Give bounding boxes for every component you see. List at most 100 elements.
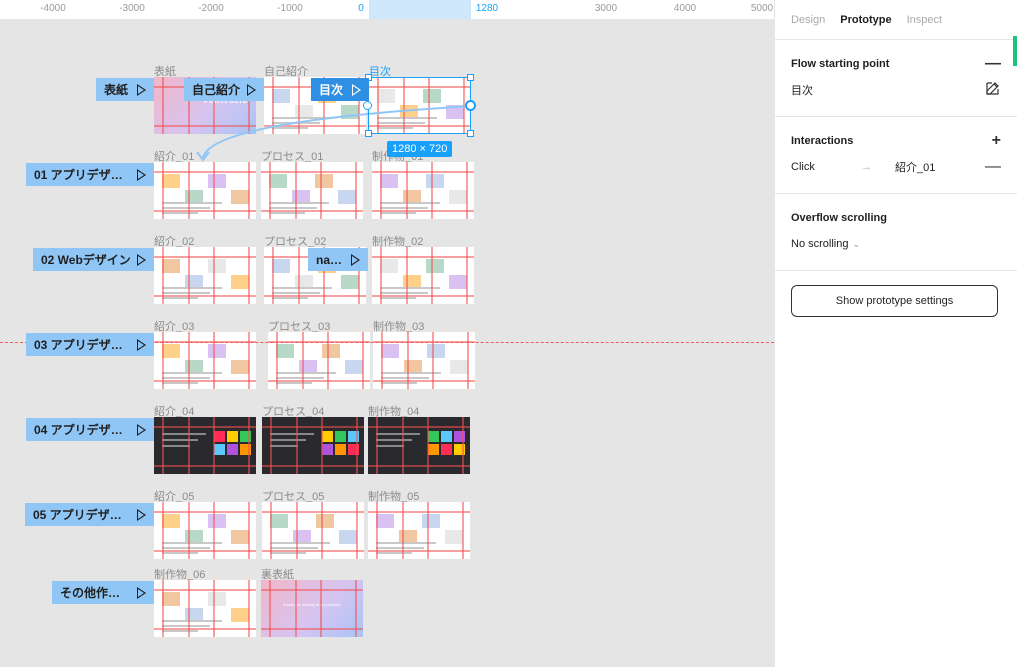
thumb-text-line	[381, 377, 429, 379]
tab-design[interactable]: Design	[791, 14, 825, 26]
frame-thumbnail[interactable]	[372, 162, 474, 219]
tab-prototype[interactable]: Prototype	[840, 14, 891, 26]
thumb-text-line	[380, 207, 428, 209]
connection-node-handle[interactable]	[465, 100, 476, 111]
flow-tag[interactable]: 04 アプリデザイ...	[26, 418, 154, 441]
thumb-content-block	[449, 190, 467, 204]
flow-tag[interactable]: 目次	[311, 78, 369, 101]
frame-thumbnail[interactable]	[261, 162, 363, 219]
overflow-select[interactable]: No scrolling ⌄	[791, 230, 1001, 258]
frame-thumbnail[interactable]	[154, 580, 256, 637]
flow-tag[interactable]: その他作品集	[52, 581, 154, 604]
flow-tag[interactable]: 自己紹介	[184, 78, 264, 101]
thumb-content-block	[380, 174, 398, 188]
resize-handle[interactable]	[467, 74, 474, 81]
layout-grid-row	[154, 550, 256, 553]
flow-tag[interactable]: 表紙	[96, 78, 154, 101]
thumb-content-block	[162, 344, 180, 358]
play-icon[interactable]	[137, 508, 146, 521]
thumb-content-block	[380, 259, 398, 273]
frame-thumbnail[interactable]	[268, 332, 370, 389]
flow-tag-label: 01 アプリデザイン	[34, 168, 131, 182]
plus-icon[interactable]: +	[992, 133, 1001, 149]
flow-tag-label: 05 アプリデザイン	[33, 508, 131, 522]
thumb-text-line	[162, 625, 210, 627]
layout-grid-row	[264, 295, 366, 298]
connection-node-handle[interactable]	[363, 101, 372, 110]
thumb-text-line	[272, 122, 320, 124]
ruler-tick: 5000	[750, 3, 774, 14]
flow-tag[interactable]: 02 Webデザイン	[33, 248, 154, 271]
play-icon[interactable]	[137, 338, 146, 351]
thumb-content-block	[227, 444, 238, 455]
frame-thumbnail[interactable]	[154, 162, 256, 219]
tab-inspect[interactable]: Inspect	[907, 14, 942, 26]
thumb-text-line	[376, 433, 420, 435]
frame-thumbnail[interactable]	[262, 502, 364, 559]
frame-thumbnail[interactable]	[368, 417, 470, 474]
overflow-value[interactable]: No scrolling	[791, 238, 848, 250]
thumb-content-block	[208, 259, 226, 273]
thumb-content-block	[231, 190, 249, 204]
layout-grid-row	[368, 550, 470, 553]
thumb-text-line	[270, 439, 306, 441]
thumb-content-block	[208, 592, 226, 606]
layout-grid-row	[154, 210, 256, 213]
thumb-content-block	[315, 174, 333, 188]
flow-tag[interactable]: 01 アプリデザイン	[26, 163, 154, 186]
frame-thumbnail[interactable]	[154, 502, 256, 559]
play-icon[interactable]	[247, 83, 256, 96]
thumb-content-block	[341, 105, 359, 119]
thumb-text-line	[272, 292, 320, 294]
flow-tag[interactable]: name	[308, 248, 368, 271]
thumb-content-block	[341, 275, 359, 289]
thumb-content-block	[335, 431, 346, 442]
play-icon[interactable]	[137, 253, 146, 266]
thumb-content-block	[427, 344, 445, 358]
thumb-text-line	[162, 445, 190, 447]
play-icon[interactable]	[137, 586, 146, 599]
edit-icon[interactable]	[985, 80, 1001, 100]
layout-grid-row	[372, 255, 474, 258]
design-canvas[interactable]: 表紙 PORTFOLIO 自己紹介 目次 紹介_01 プロセス_01 制作物_01 紹介_02…	[0, 20, 774, 667]
thumb-content-block	[381, 344, 399, 358]
thumb-content-block	[214, 431, 225, 442]
frame-thumbnail[interactable]	[373, 332, 475, 389]
interaction-target[interactable]: 紹介_01	[895, 159, 985, 175]
flow-tag[interactable]: 05 アプリデザイン	[25, 503, 154, 526]
interaction-trigger[interactable]: Click	[791, 161, 861, 173]
play-icon[interactable]	[137, 423, 146, 436]
horizontal-ruler: -4000 -3000 -2000 -1000 0 1280 3000 4000…	[0, 0, 774, 20]
play-icon[interactable]	[137, 83, 146, 96]
show-prototype-settings-button[interactable]: Show prototype settings	[791, 285, 998, 317]
layout-grid-row	[262, 465, 364, 468]
frame-thumbnail[interactable]	[154, 417, 256, 474]
overflow-scrolling-section: Overflow scrolling No scrolling ⌄	[775, 194, 1017, 271]
frame-thumbnail[interactable]: thanks for looking at my portfolio	[261, 580, 363, 637]
frame-thumbnail[interactable]	[262, 417, 364, 474]
thumb-text-line	[270, 445, 298, 447]
interaction-row[interactable]: Click → 紹介_01 —	[791, 153, 1001, 181]
play-icon[interactable]	[351, 253, 360, 266]
frame-thumbnail[interactable]	[368, 502, 470, 559]
flow-tag[interactable]: 03 アプリデザイン	[26, 333, 154, 356]
frame-thumbnail[interactable]	[154, 332, 256, 389]
resize-handle[interactable]	[467, 130, 474, 137]
ruler-tick: 1280	[475, 3, 499, 14]
minus-icon[interactable]: —	[985, 159, 1001, 175]
properties-panel: Design Prototype Inspect Flow starting p…	[774, 0, 1017, 667]
flow-name[interactable]: 目次	[791, 82, 813, 98]
frame-thumbnail[interactable]	[154, 247, 256, 304]
layout-grid-row	[261, 588, 363, 591]
layout-grid-row	[261, 210, 363, 213]
frame-thumbnail[interactable]	[372, 247, 474, 304]
thumb-text-line	[162, 547, 210, 549]
play-icon[interactable]	[352, 83, 361, 96]
minus-icon[interactable]: —	[985, 56, 1001, 72]
selection-box[interactable]	[363, 74, 476, 137]
resize-handle[interactable]	[365, 130, 372, 137]
thumb-content-block	[322, 444, 333, 455]
ruler-tick: -4000	[40, 3, 66, 14]
play-icon[interactable]	[137, 168, 146, 181]
section-title: Interactions	[791, 135, 854, 147]
